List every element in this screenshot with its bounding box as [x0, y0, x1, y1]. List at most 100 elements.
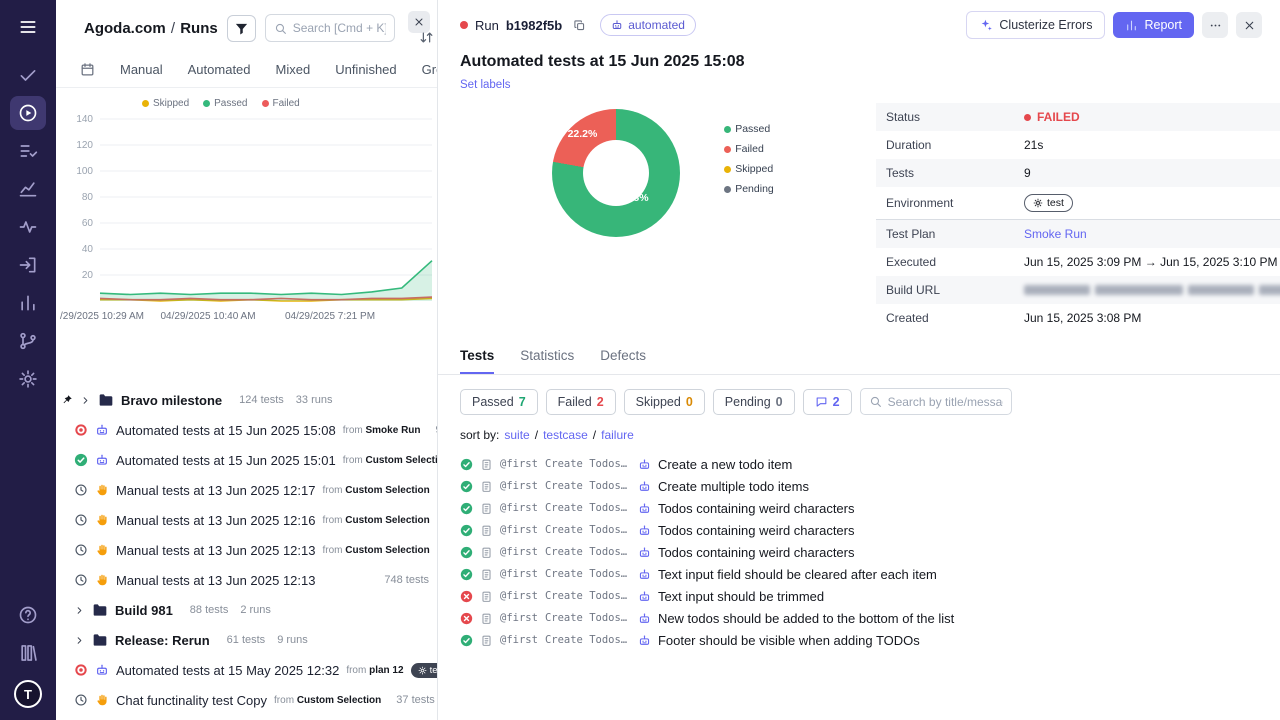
test-row[interactable]: @first Create Todos… Todos containing weir…: [460, 497, 1258, 519]
sidebar-runs-button[interactable]: [10, 96, 46, 130]
filter-pending-button[interactable]: Pending 0: [712, 388, 795, 415]
testcase-icon[interactable]: [480, 480, 493, 493]
testcase-icon[interactable]: [480, 568, 493, 581]
failed-status-icon: [460, 612, 473, 625]
comments-filter-button[interactable]: 2: [802, 388, 852, 415]
robot-icon: [638, 568, 651, 581]
environment-badge[interactable]: test: [1024, 194, 1073, 212]
automated-badge[interactable]: automated: [600, 14, 696, 36]
legend-failed[interactable]: Failed: [261, 98, 300, 109]
run-row[interactable]: Automated tests at 15 Jun 2025 15:01 from…: [56, 445, 437, 475]
test-row[interactable]: @first Create Todos… Footer should be visi…: [460, 629, 1258, 651]
tab-statistics[interactable]: Statistics: [520, 348, 574, 374]
run-folder-row[interactable]: Build 981 88 tests 2 runs: [56, 595, 437, 625]
report-button[interactable]: Report: [1113, 12, 1194, 38]
app-logo[interactable]: T: [14, 680, 42, 708]
sort-by-failure[interactable]: failure: [601, 428, 634, 442]
legend-passed[interactable]: Passed: [203, 98, 248, 109]
testcase-icon[interactable]: [480, 634, 493, 647]
in-progress-icon: [74, 573, 88, 587]
test-row[interactable]: @first Create Todos… Create multiple todo …: [460, 475, 1258, 497]
more-button[interactable]: [1202, 12, 1228, 38]
copy-run-id-button[interactable]: [569, 15, 589, 35]
tests-search-input[interactable]: [887, 394, 1003, 409]
menu-icon[interactable]: [10, 10, 46, 44]
test-row[interactable]: @first Create Todos… Todos containing weir…: [460, 541, 1258, 563]
sidebar-tests-button[interactable]: [10, 58, 46, 92]
filter-failed-button[interactable]: Failed 2: [545, 388, 616, 415]
sidebar-reports-button[interactable]: [10, 286, 46, 320]
sidebar-docs-button[interactable]: [10, 636, 46, 670]
tab-defects[interactable]: Defects: [600, 348, 646, 374]
run-row[interactable]: Manual tests at 13 Jun 2025 12:13 748 tes…: [56, 565, 437, 595]
runs-tab-mixed[interactable]: Mixed: [276, 62, 311, 77]
runs-search-input[interactable]: [292, 21, 386, 35]
run-row[interactable]: Automated tests at 15 May 2025 12:32 from…: [56, 655, 437, 685]
sort-order-icon[interactable]: [419, 30, 434, 45]
set-labels-link[interactable]: Set labels: [460, 79, 511, 91]
testcase-icon[interactable]: [480, 458, 493, 471]
runs-tab-manual[interactable]: Manual: [120, 62, 163, 77]
testcase-icon[interactable]: [480, 590, 493, 603]
run-row[interactable]: Manual tests at 13 Jun 2025 12:13 from Cu…: [56, 535, 437, 565]
test-row[interactable]: @first Create Todos… Text input field shou…: [460, 563, 1258, 585]
folder-name: Bravo milestone: [121, 392, 223, 408]
filter-skipped-button[interactable]: Skipped 0: [623, 388, 705, 415]
run-folder-row[interactable]: Release: Rerun 61 tests 9 runs: [56, 625, 437, 655]
sidebar-branches-button[interactable]: [10, 324, 46, 358]
sidebar-settings-button[interactable]: [10, 362, 46, 396]
run-name: Manual tests at 13 Jun 2025 12:16: [116, 512, 316, 528]
sidebar-activity-button[interactable]: [10, 210, 46, 244]
filter-button[interactable]: [226, 14, 256, 42]
legend-skipped[interactable]: Skipped: [142, 98, 189, 109]
svg-text:40: 40: [82, 244, 94, 255]
sidebar-plans-button[interactable]: [10, 134, 46, 168]
testcase-icon[interactable]: [480, 502, 493, 515]
sort-by-suite[interactable]: suite: [504, 428, 529, 442]
tab-tests[interactable]: Tests: [460, 348, 495, 374]
filter-passed-button[interactable]: Passed 7: [460, 388, 538, 415]
svg-text:140: 140: [76, 114, 93, 125]
test-plan-link[interactable]: Smoke Run: [1024, 227, 1087, 241]
test-row[interactable]: @first Create Todos… Create a new todo ite…: [460, 453, 1258, 475]
tests-search[interactable]: [859, 388, 1012, 415]
hand-icon: [95, 543, 109, 557]
testcase-icon[interactable]: [480, 546, 493, 559]
testcase-icon[interactable]: [480, 612, 493, 625]
test-title: Create multiple todo items: [657, 478, 809, 494]
sidebar-help-button[interactable]: [10, 598, 46, 632]
runs-tab-unfinished[interactable]: Unfinished: [335, 62, 396, 77]
books-icon: [18, 643, 38, 663]
sidebar-analytics-button[interactable]: [10, 172, 46, 206]
expand-caret-icon[interactable]: [80, 395, 91, 406]
test-row[interactable]: @first Create Todos… Todos containing weir…: [460, 519, 1258, 541]
runs-search[interactable]: [264, 14, 395, 42]
runs-tab-groups[interactable]: Groups: [422, 62, 437, 77]
project-name[interactable]: Agoda.com: [84, 20, 166, 37]
pin-icon: [61, 394, 73, 406]
sidebar-import-button[interactable]: [10, 248, 46, 282]
run-row[interactable]: Manual tests at 13 Jun 2025 12:16 from Cu…: [56, 505, 437, 535]
sort-by-testcase[interactable]: testcase: [543, 428, 588, 442]
run-row[interactable]: Chat functinality test Copy from Custom S…: [56, 685, 437, 715]
run-row[interactable]: Automated tests at 15 Jun 2025 15:08 from…: [56, 415, 437, 445]
test-tag: @first: [500, 458, 538, 470]
view-mode-icon[interactable]: [80, 62, 95, 77]
test-suite: Create Todos…: [544, 612, 628, 624]
play-icon: [18, 103, 38, 123]
run-row[interactable]: Manual tests at 13 Jun 2025 12:17 from Cu…: [56, 475, 437, 505]
runs-tab-automated[interactable]: Automated: [188, 62, 251, 77]
runs-panel: Agoda.com / Runs Manual Automated Mixed Unf…: [56, 0, 438, 720]
test-row[interactable]: @first Create Todos… Text input should be …: [460, 585, 1258, 607]
section-name: Runs: [180, 19, 218, 37]
testcase-icon[interactable]: [480, 524, 493, 537]
svg-text:/29/2025 10:29 AM: /29/2025 10:29 AM: [60, 311, 144, 322]
clusterize-errors-button[interactable]: Clusterize Errors: [966, 11, 1106, 39]
test-row[interactable]: @first Create Todos… New todos should be a…: [460, 607, 1258, 629]
close-run-button[interactable]: [1236, 12, 1262, 38]
expand-caret-icon[interactable]: [74, 605, 85, 616]
run-folder-row[interactable]: Bravo milestone 124 tests 33 runs: [56, 385, 437, 415]
expand-caret-icon[interactable]: [74, 635, 85, 646]
ellipsis-icon: [1209, 19, 1222, 32]
test-suite: Create Todos…: [544, 546, 628, 558]
